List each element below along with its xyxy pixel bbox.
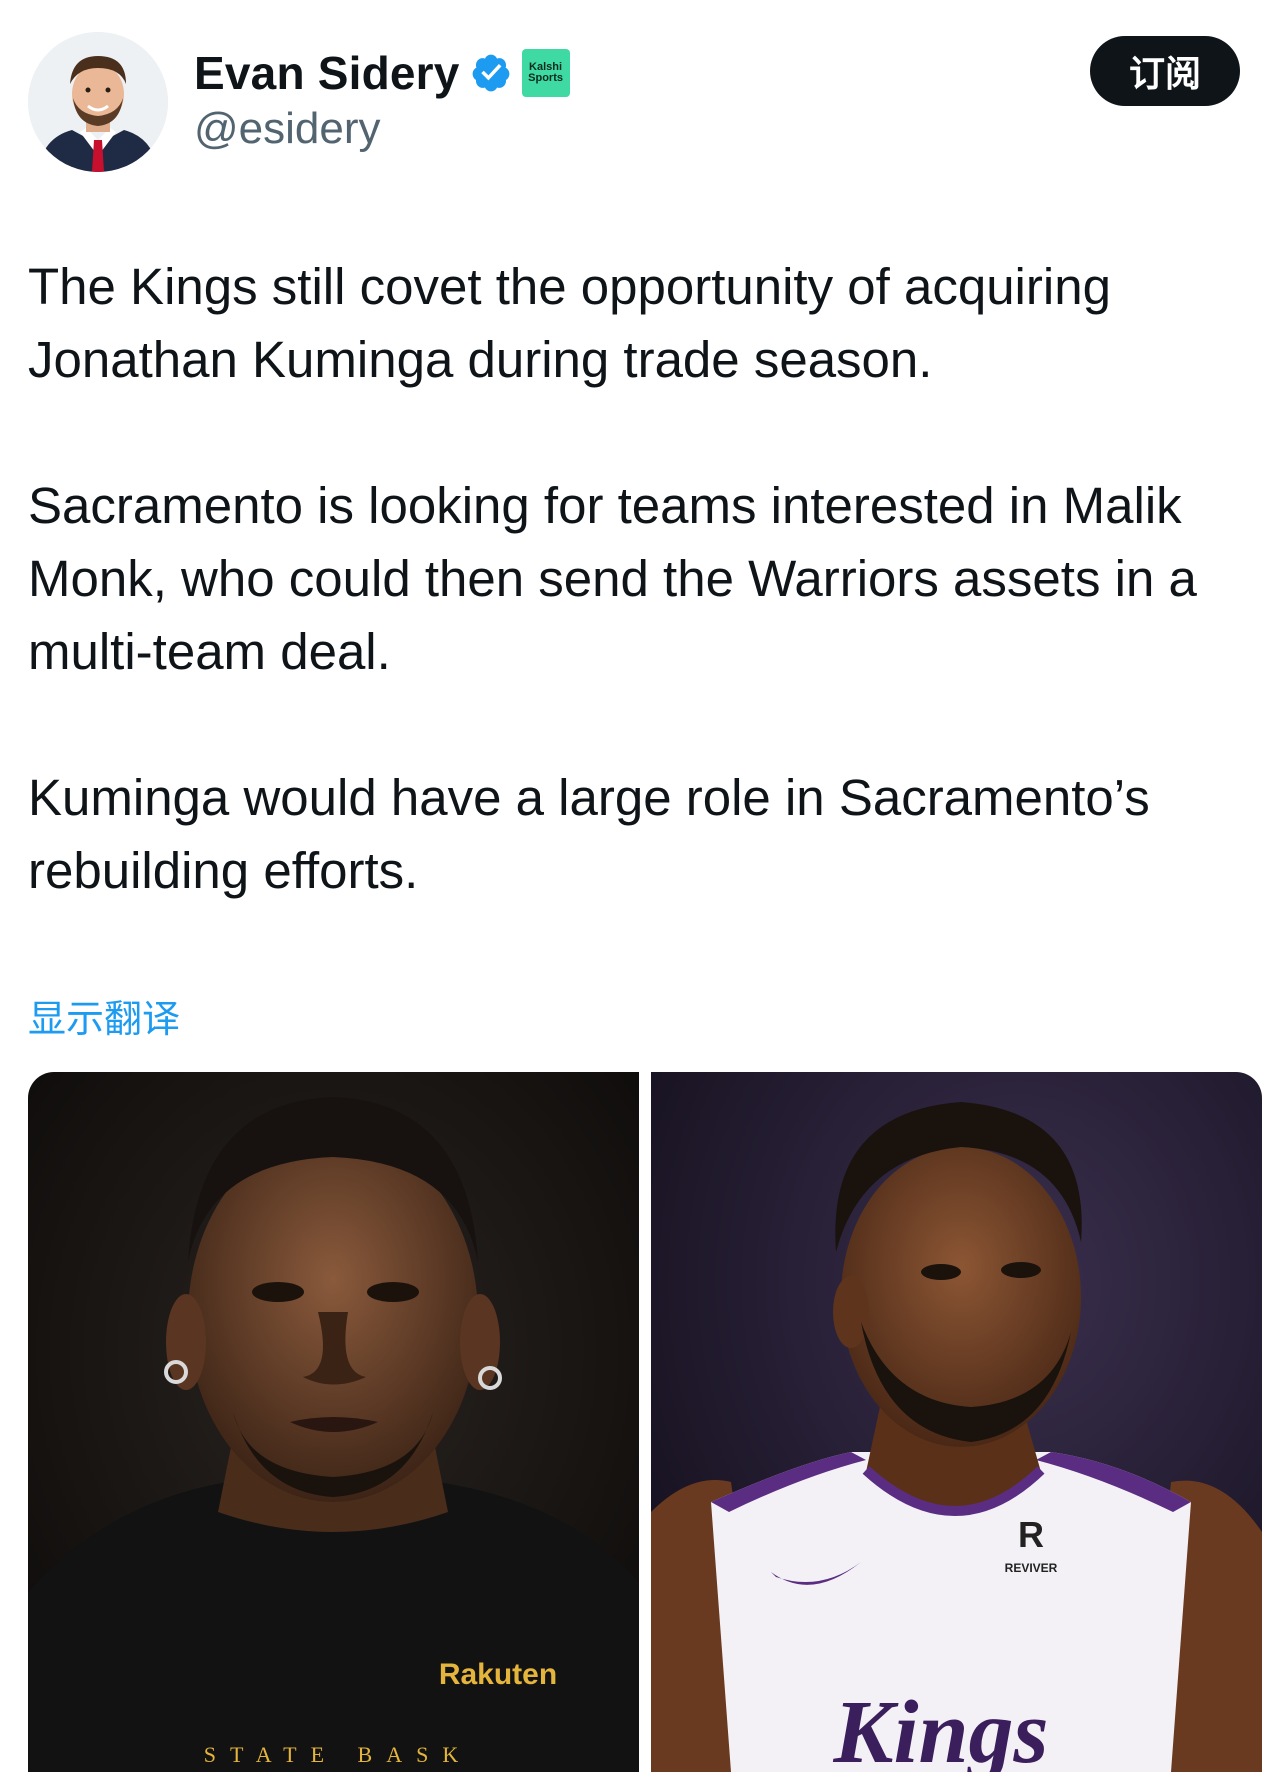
tweet-card: Evan Sidery Kalshi Sports @esidery 订阅 Th… [0,0,1277,1772]
subscribe-button[interactable]: 订阅 [1090,36,1240,106]
tweet-paragraph: Sacramento is looking for teams interest… [28,477,1197,680]
author-display-name[interactable]: Evan Sidery [194,46,460,100]
author-name-row: Evan Sidery Kalshi Sports [194,44,570,102]
tweet-paragraph: The Kings still covet the opportunity of… [28,258,1111,388]
author-avatar[interactable] [28,32,168,172]
verified-badge-icon[interactable] [470,52,512,94]
affiliate-badge-line2: Sports [528,72,563,84]
tweet-text: The Kings still covet the opportunity of… [28,250,1263,907]
right-jersey-text: Kings [832,1683,1048,1772]
tweet-media: Rakuten STATE BASK R REVIVER Kings [28,1072,1262,1772]
tweet-paragraph: Kuminga would have a large role in Sacra… [28,769,1150,899]
left-jersey-sponsor: Rakuten [439,1658,557,1691]
right-sponsor-name: REVIVER [1005,1561,1058,1575]
left-jersey-text: STATE BASK [204,1742,472,1767]
author-handle[interactable]: @esidery [194,104,381,154]
affiliate-badge[interactable]: Kalshi Sports [521,49,570,97]
right-sponsor-mark: R [1018,1514,1044,1555]
media-photo-left[interactable]: Rakuten STATE BASK [28,1072,639,1772]
show-translation-link[interactable]: 显示翻译 [28,988,180,1043]
avatar-image [28,32,168,172]
media-photo-right[interactable]: R REVIVER Kings [651,1072,1262,1772]
